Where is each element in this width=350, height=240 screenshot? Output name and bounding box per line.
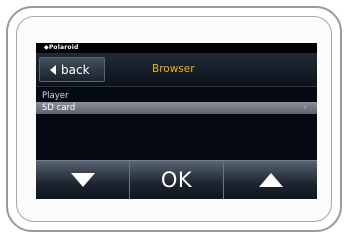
brand-logo: ◆Polaroid [44,44,79,51]
header-bar: back Browser [36,53,317,87]
triangle-down-icon [70,173,95,187]
ok-button[interactable]: OK [129,160,223,199]
back-button[interactable]: back [39,57,105,82]
device-screen: ◆Polaroid back Browser Player SD card › … [36,43,317,199]
browser-list: Player SD card › [36,90,317,114]
brand-bar: ◆Polaroid [36,43,317,53]
up-button[interactable] [223,160,317,199]
list-item-label: Player [42,91,69,101]
back-arrow-icon [50,64,56,75]
list-item-player[interactable]: Player [36,90,317,102]
chevron-right-icon: › [303,103,307,113]
list-item-label: SD card [42,103,76,113]
control-bar: OK [36,160,317,199]
list-item-sd-card[interactable]: SD card › [36,102,317,114]
down-button[interactable] [36,160,129,199]
page-title: Browser [152,63,195,75]
back-button-label: back [61,62,90,77]
ok-button-label: OK [160,168,193,192]
triangle-up-icon [258,173,283,187]
